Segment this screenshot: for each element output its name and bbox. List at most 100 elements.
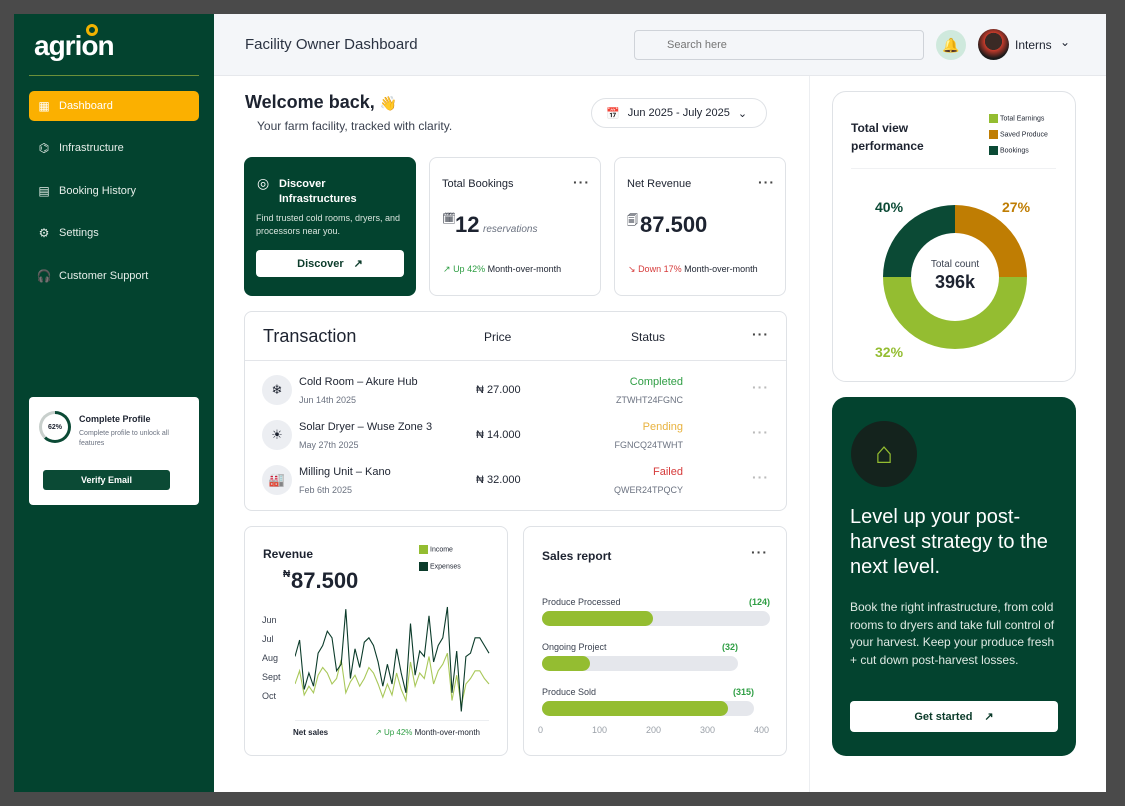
promo-title: Level up your post-harvest strategy to t… [850, 506, 1048, 578]
factory-icon: 🏭 [262, 465, 292, 495]
header: Facility Owner Dashboard 🔔 Interns ⌄ [214, 14, 1106, 76]
more-icon[interactable]: ··· [752, 424, 769, 440]
divider [245, 360, 786, 361]
sidebar-item-dashboard[interactable]: ▦ Dashboard [29, 91, 199, 121]
transactions-title: Transaction [263, 326, 357, 346]
more-icon[interactable]: ··· [752, 379, 769, 395]
avatar[interactable] [978, 29, 1009, 60]
y-tick-label: Sept [262, 672, 281, 682]
discover-desc: Find trusted cold rooms, dryers, and pro… [256, 213, 401, 236]
complete-profile-card: 62% Complete Profile Complete profile to… [29, 397, 199, 505]
trend-suffix: Month-over-month [414, 728, 480, 737]
transaction-name: Solar Dryer – Wuse Zone 3 [299, 421, 433, 433]
wave-emoji: 👋 [379, 95, 398, 111]
currency-symbol: ₦ [283, 569, 291, 580]
map-pin-icon: ◎ [257, 175, 270, 191]
discover-button[interactable]: Discover ↗ [256, 250, 404, 277]
date-range-picker[interactable]: 📅 Jun 2025 - July 2025 ⌄ [591, 98, 767, 128]
gear-icon: ⚙ [38, 226, 50, 240]
legend-expenses: Expenses [419, 562, 461, 571]
date-range-label: Jun 2025 - July 2025 [627, 107, 730, 119]
revenue-value: 87.500 [291, 568, 359, 593]
table-row[interactable]: ☀ Solar Dryer – Wuse Zone 3 May 27th 202… [245, 414, 786, 458]
page-title: Facility Owner Dashboard [245, 36, 418, 53]
notification-bell-icon[interactable]: 🔔 [936, 30, 966, 60]
profile-desc: Complete profile to unlock all features [79, 430, 169, 447]
discover-card: ◎ Discover Infrastructures Find trusted … [244, 157, 416, 296]
transaction-code: QWER24TPQCY [613, 485, 683, 495]
trend-suffix: Month-over-month [487, 264, 562, 274]
trend-suffix: Month-over-month [684, 264, 758, 274]
slice-label-total-earnings: 32% [875, 344, 904, 360]
more-icon[interactable]: ··· [752, 326, 769, 342]
legend-label: Bookings [1000, 147, 1029, 155]
logo[interactable]: agrion [34, 24, 115, 62]
trend-value: Down 17% [638, 264, 682, 274]
y-tick-label: Oct [262, 691, 277, 701]
net-revenue-card: Net Revenue ··· 🗐 87.500 ↘ Down 17% Mont… [614, 157, 786, 296]
sidebar-item-infrastructure[interactable]: ⌬ Infrastructure [29, 133, 199, 163]
transaction-price: ₦ 32.000 [476, 474, 521, 486]
bar-track [542, 701, 754, 716]
trend-value: Up 42% [453, 264, 486, 274]
transactions-card: Transaction Price Status ··· ❄ Cold Room… [244, 311, 787, 511]
bar-category-label: Produce Sold [542, 687, 597, 697]
legend-income: Income [419, 545, 453, 554]
column-header-status: Status [631, 330, 666, 344]
promo-body: Book the right infrastructure, from cold… [850, 600, 1055, 667]
legend-label: Total Earnings [1000, 115, 1045, 123]
sidebar-item-customer-support[interactable]: 🎧 Customer Support [29, 261, 199, 291]
revenue-trend: ↘ Down 17% Month-over-month [628, 264, 758, 275]
sidebar-item-settings[interactable]: ⚙ Settings [29, 218, 199, 248]
column-header-price: Price [484, 330, 512, 344]
arrow-up-right-icon: ↗ [353, 258, 363, 270]
sidebar: agrion ▦ Dashboard ⌬ Infrastructure ▤ Booki… [14, 14, 214, 792]
transaction-code: FGNCQ24TWHT [614, 440, 684, 450]
more-icon[interactable]: ··· [751, 544, 768, 560]
search-input[interactable] [634, 30, 924, 60]
bar-track [542, 611, 770, 626]
transaction-price: ₦ 27.000 [476, 384, 521, 396]
bar-value-label: (315) [732, 687, 754, 697]
transaction-date: May 27th 2025 [299, 440, 359, 450]
x-tick-label: 100 [592, 725, 608, 735]
divider [851, 168, 1056, 169]
revenue-card: Revenue Income Expenses ₦ 87.500 Jun Jul A… [244, 526, 508, 756]
more-icon[interactable]: ··· [752, 469, 769, 485]
table-row[interactable]: ❄ Cold Room – Akure Hub Jun 14th 2025 ₦ … [245, 369, 786, 413]
table-row[interactable]: 🏭 Milling Unit – Kano Feb 6th 2025 ₦ 32.… [245, 459, 786, 503]
get-started-label: Get started [914, 710, 973, 723]
bar-value-label: (32) [721, 642, 738, 652]
trend-up-icon: ↗ [375, 728, 382, 737]
bar-value-label: (124) [748, 597, 770, 607]
legend-label: Saved Produce [1000, 131, 1048, 139]
transaction-date: Jun 14th 2025 [299, 395, 357, 405]
welcome-title: Welcome back, [245, 92, 375, 112]
solar-panel-icon: ☀ [262, 420, 292, 450]
chart-baseline [295, 720, 489, 721]
verify-email-button[interactable]: Verify Email [43, 470, 170, 490]
more-icon[interactable]: ··· [573, 174, 590, 190]
revenue-title: Revenue [263, 547, 314, 561]
bar-ongoing-project [542, 656, 590, 671]
sidebar-item-booking-history[interactable]: ▤ Booking History [29, 176, 199, 206]
user-name[interactable]: Interns [1015, 38, 1052, 52]
trend-up-icon: ↗ [443, 264, 451, 274]
more-icon[interactable]: ··· [758, 174, 775, 190]
legend-swatch [989, 114, 998, 123]
x-tick-label: 400 [754, 725, 770, 735]
boxes-icon: ⌬ [38, 141, 50, 155]
sidebar-item-label: Customer Support [59, 270, 149, 282]
net-sales-label: Net sales [293, 728, 329, 737]
chevron-down-icon[interactable]: ⌄ [1060, 35, 1070, 49]
status-badge: Pending [642, 421, 683, 433]
y-tick-label: Jun [262, 615, 277, 625]
sales-report-title: Sales report [542, 549, 612, 563]
x-tick-label: 300 [700, 725, 716, 735]
revenue-line-chart [295, 606, 490, 712]
bar-category-label: Produce Processed [542, 597, 621, 607]
slice-label-saved-produce: 27% [1002, 199, 1031, 215]
legend-item: Saved Produce [989, 130, 1048, 139]
welcome-subtitle: Your farm facility, tracked with clarity… [257, 119, 453, 133]
get-started-button[interactable]: Get started ↗ [850, 701, 1058, 732]
